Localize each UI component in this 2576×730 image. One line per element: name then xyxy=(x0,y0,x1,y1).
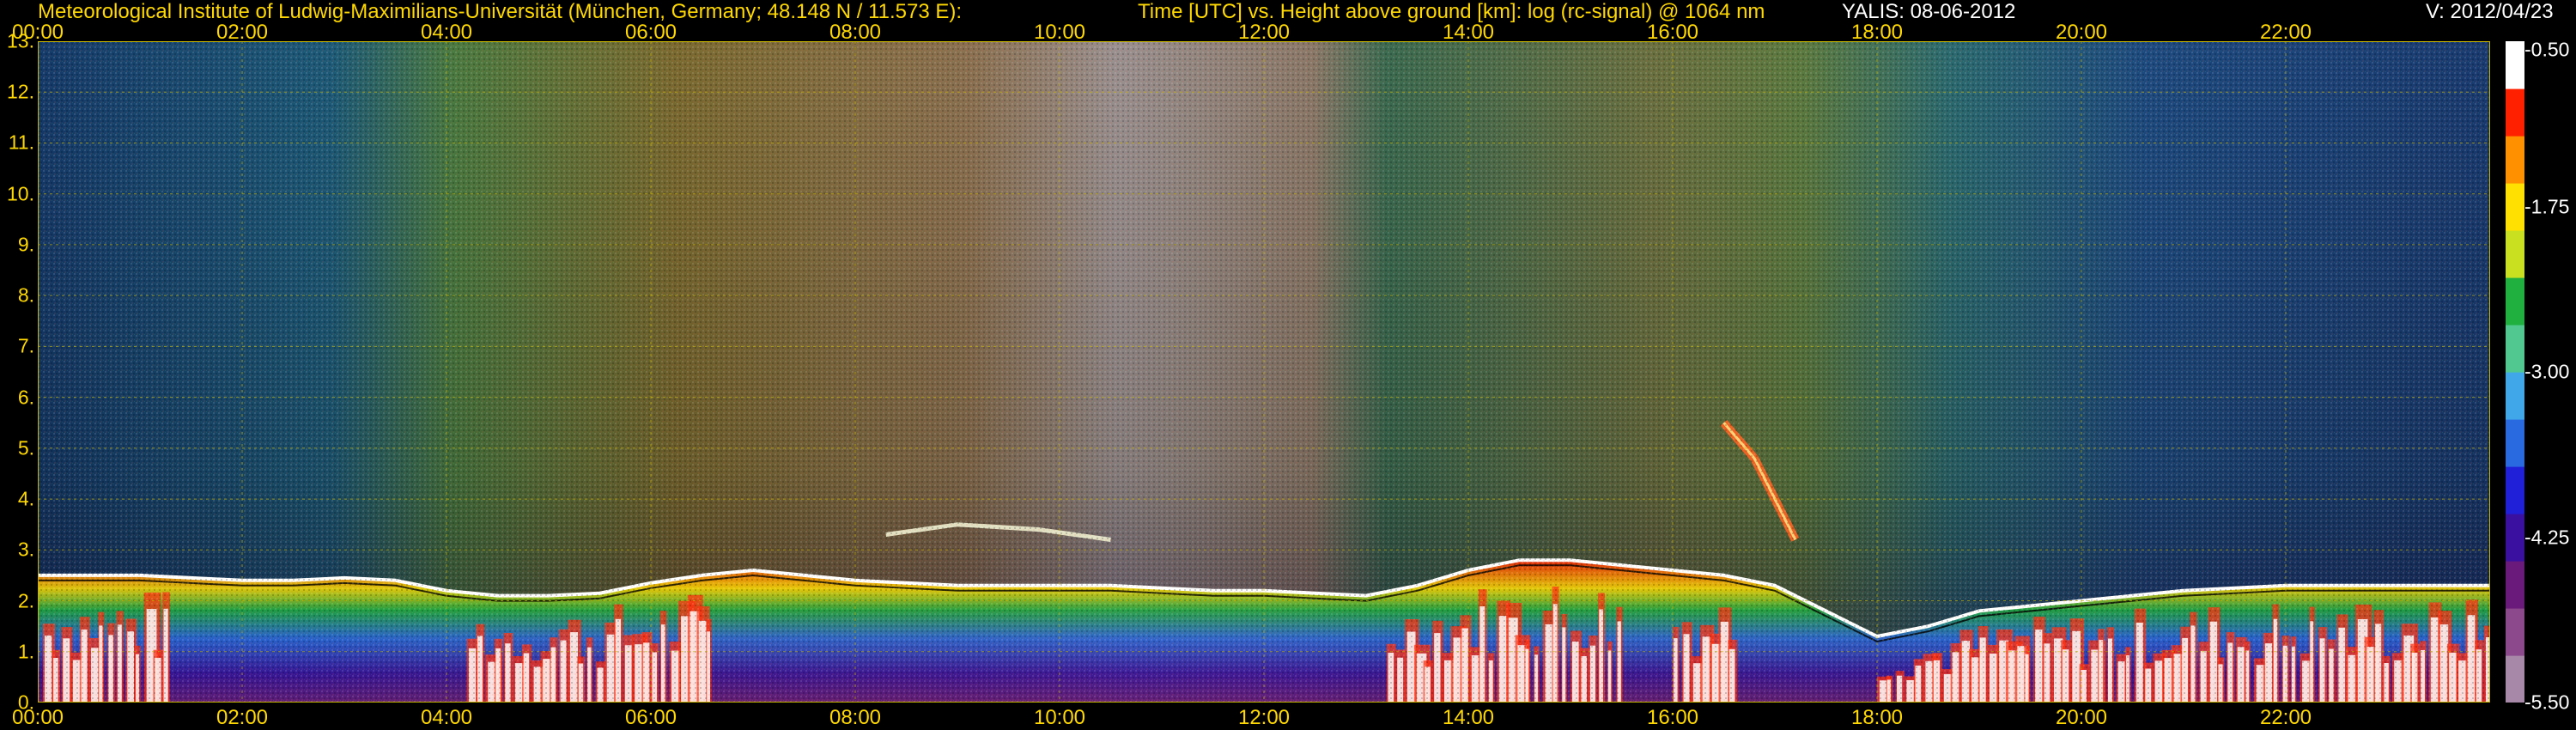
colorbar-tick-0: -0.50 xyxy=(2524,38,2570,61)
y-tick-4: 4. xyxy=(17,487,34,510)
colorbar-segment-2 xyxy=(2506,561,2524,609)
colorbar-segment-10 xyxy=(2506,183,2524,231)
colorbar-segment-4 xyxy=(2506,466,2524,514)
y-tick-13: 13. xyxy=(7,29,34,52)
colorbar-segment-6 xyxy=(2506,372,2524,420)
colorbar-tick-4: -5.50 xyxy=(2524,690,2570,714)
y-tick-9: 9. xyxy=(17,233,34,256)
x-tick-bottom-8: 16:00 xyxy=(1646,706,1699,729)
lidar-heatmap xyxy=(38,41,2490,703)
x-tick-bottom-10: 20:00 xyxy=(2055,706,2108,729)
x-tick-bottom-9: 18:00 xyxy=(1850,706,1904,729)
x-tick-bottom-3: 06:00 xyxy=(624,706,677,729)
y-tick-10: 10. xyxy=(7,182,34,205)
version-label: V: 2012/04/23 xyxy=(2426,0,2554,23)
y-tick-1: 1. xyxy=(17,640,34,663)
y-tick-2: 2. xyxy=(17,589,34,612)
y-tick-6: 6. xyxy=(17,386,34,409)
x-tick-bottom-1: 02:00 xyxy=(216,706,269,729)
y-tick-3: 3. xyxy=(17,538,34,561)
y-tick-8: 8. xyxy=(17,283,34,307)
x-tick-bottom-5: 10:00 xyxy=(1033,706,1086,729)
colorbar-segment-12 xyxy=(2506,88,2524,137)
y-tick-12: 12. xyxy=(7,80,34,103)
colorbar-segment-3 xyxy=(2506,514,2524,562)
x-tick-bottom-4: 08:00 xyxy=(829,706,882,729)
colorbar-segment-7 xyxy=(2506,325,2524,373)
y-tick-11: 11. xyxy=(8,131,34,154)
institute-header: Meteorological Institute of Ludwig-Maxim… xyxy=(38,0,963,23)
colorbar-segment-5 xyxy=(2506,419,2524,467)
colorbar-tick-3: -4.25 xyxy=(2524,526,2570,548)
colorbar-segment-1 xyxy=(2506,608,2524,656)
colorbar-segment-8 xyxy=(2506,277,2524,325)
colorbar xyxy=(2506,41,2524,703)
x-tick-bottom-11: 22:00 xyxy=(2259,706,2312,729)
colorbar-segment-11 xyxy=(2506,136,2524,184)
y-tick-5: 5. xyxy=(17,436,34,459)
colorbar-segment-9 xyxy=(2506,230,2524,278)
x-tick-bottom-7: 14:00 xyxy=(1442,706,1495,729)
x-tick-bottom-2: 04:00 xyxy=(420,706,473,729)
colorbar-tick-2: -3.00 xyxy=(2524,360,2570,383)
colorbar-tick-1: -1.75 xyxy=(2524,195,2570,217)
y-tick-7: 7. xyxy=(17,334,34,357)
colorbar-segment-13 xyxy=(2506,41,2524,89)
colorbar-segment-0 xyxy=(2506,655,2524,703)
y-tick-0: 0. xyxy=(17,690,34,714)
x-tick-bottom-6: 12:00 xyxy=(1237,706,1291,729)
